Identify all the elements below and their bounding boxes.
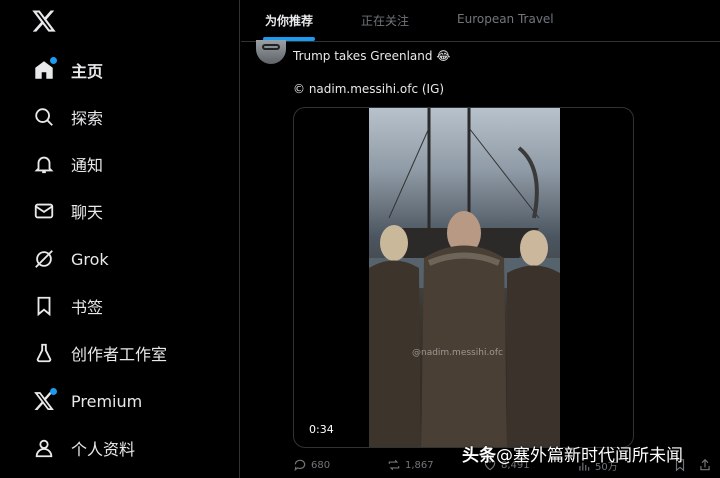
viking-scene-image xyxy=(369,108,560,447)
tweet-video[interactable]: @nadim.messihi.ofc 0:34 xyxy=(293,107,634,448)
reply-icon xyxy=(294,459,306,472)
sidebar-item-label: 聊天 xyxy=(71,203,104,222)
watermark-handle: @塞外篇新时代闻所未闻 xyxy=(496,446,683,466)
repost-count: 1,867 xyxy=(405,459,434,471)
sidebar-item-notifications[interactable]: 通知 xyxy=(22,144,222,184)
home-icon xyxy=(31,57,57,83)
sidebar-item-premium[interactable]: Premium xyxy=(22,381,222,421)
notification-dot xyxy=(50,57,57,64)
watermark-brand: 头条 xyxy=(462,446,496,466)
sidebar-item-label: Premium xyxy=(71,391,143,411)
bookmark-icon xyxy=(31,293,57,319)
sidebar-item-label: 主页 xyxy=(71,62,104,81)
video-duration: 0:34 xyxy=(305,422,338,437)
flask-icon xyxy=(31,340,57,366)
tab-following[interactable]: 正在关注 xyxy=(361,12,409,29)
tweet-source-credit: © nadim.messihi.ofc (IG) xyxy=(293,82,445,96)
sidebar-item-bookmarks[interactable]: 书签 xyxy=(22,286,222,326)
sidebar-item-messages[interactable]: 聊天 xyxy=(22,191,222,231)
toutiao-watermark: 头条@塞外篇新时代闻所未闻 xyxy=(462,441,683,466)
video-watermark: @nadim.messihi.ofc xyxy=(412,348,503,358)
main-column: 为你推荐 正在关注 European Travel Trump takes Gr… xyxy=(241,0,720,478)
sidebar-item-creator-studio[interactable]: 创作者工作室 xyxy=(22,333,222,373)
sidebar-item-label: 书签 xyxy=(71,298,104,317)
tab-for-you[interactable]: 为你推荐 xyxy=(265,12,313,29)
sidebar-item-label: Grok xyxy=(71,249,109,269)
repost-button[interactable]: 1,867 xyxy=(387,458,434,472)
search-icon xyxy=(31,104,57,130)
x-logo-icon[interactable] xyxy=(31,8,57,34)
reply-button[interactable]: 680 xyxy=(293,458,330,472)
video-thumbnail xyxy=(369,108,560,447)
sidebar-item-grok[interactable]: Grok xyxy=(22,239,222,279)
notification-dot xyxy=(50,388,57,395)
sidebar-item-profile[interactable]: 个人资料 xyxy=(22,428,222,468)
avatar[interactable] xyxy=(256,40,286,64)
repost-icon xyxy=(388,459,400,471)
sidebar-item-label: 创作者工作室 xyxy=(71,345,168,364)
grok-icon xyxy=(31,246,57,272)
sidebar-item-label: 个人资料 xyxy=(71,440,136,459)
tweet-text: Trump takes Greenland 😂 xyxy=(293,49,451,63)
share-icon xyxy=(700,458,710,471)
tab-european-travel[interactable]: European Travel xyxy=(457,12,554,26)
bell-icon xyxy=(31,151,57,177)
sidebar-item-label: 通知 xyxy=(71,156,104,175)
profile-icon xyxy=(31,435,57,461)
sidebar-item-home[interactable]: 主页 xyxy=(22,50,222,90)
x-premium-icon xyxy=(31,388,57,414)
timeline-tabs: 为你推荐 正在关注 European Travel xyxy=(241,0,720,42)
app-root: 主页 探索 通知 聊天 Grok 书签 创作者工作室 Premium 个人资料 … xyxy=(0,0,720,478)
sidebar-item-explore[interactable]: 探索 xyxy=(22,97,222,137)
reply-count: 680 xyxy=(311,459,331,471)
sidebar: 主页 探索 通知 聊天 Grok 书签 创作者工作室 Premium 个人资料 xyxy=(0,0,240,478)
sidebar-item-label: 探索 xyxy=(71,109,104,128)
share-button[interactable] xyxy=(698,458,716,472)
mail-icon xyxy=(31,198,57,224)
